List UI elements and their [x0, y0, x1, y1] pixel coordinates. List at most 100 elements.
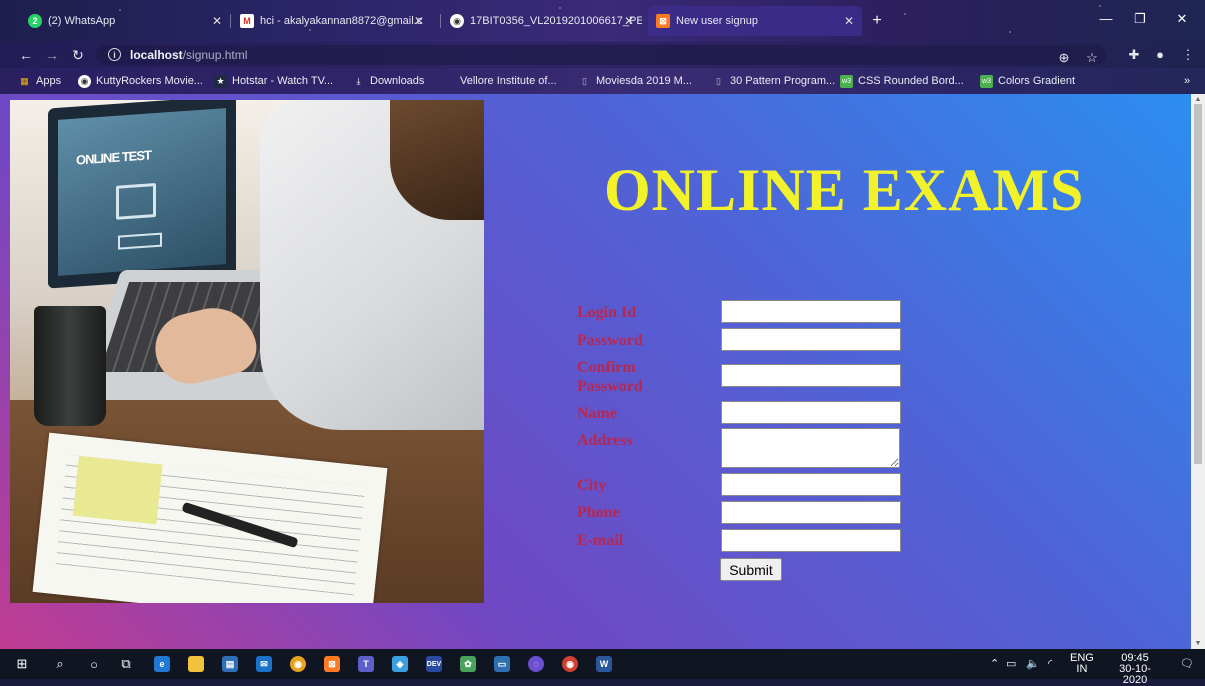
- teams-icon[interactable]: T: [356, 654, 376, 674]
- cube-app-icon[interactable]: ◆: [390, 654, 410, 674]
- address-bar[interactable]: i localhost/signup.html ⊕ ☆: [96, 45, 1106, 65]
- bookmark-label: Downloads: [370, 75, 425, 87]
- chat-app-icon[interactable]: ◌: [526, 654, 546, 674]
- bookmarks-overflow-button[interactable]: »: [1184, 73, 1190, 89]
- bookmark-star-icon[interactable]: ☆: [1082, 48, 1102, 68]
- volume-icon[interactable]: 🔈: [1026, 657, 1040, 670]
- chrome-icon[interactable]: ◉: [288, 654, 308, 674]
- close-icon[interactable]: ✕: [624, 14, 634, 28]
- bookmark-vit[interactable]: Vellore Institute of...: [442, 73, 557, 89]
- tab-title: hci - akalyakannan8872@gmail.c: [260, 15, 423, 27]
- edge-icon[interactable]: e: [152, 654, 172, 674]
- zoom-icon[interactable]: ⊕: [1054, 48, 1074, 68]
- page-title: ONLINE EXAMS: [604, 157, 1085, 223]
- email-input[interactable]: [721, 529, 901, 552]
- photo-laptop-display: ONLINE TEST: [58, 108, 226, 276]
- bookmark-label: Colors Gradient: [998, 75, 1076, 87]
- submit-button[interactable]: Submit: [720, 558, 782, 581]
- url-host: localhost: [130, 48, 183, 62]
- chrome-profile-icon[interactable]: ◉: [560, 654, 580, 674]
- tab-new-user-signup[interactable]: ⊠ New user signup ✕: [648, 6, 862, 36]
- bookmark-label: 30 Pattern Program...: [730, 75, 836, 87]
- page-scrollbar[interactable]: ▲ ▼: [1191, 94, 1205, 649]
- site-info-icon[interactable]: i: [108, 48, 121, 61]
- search-icon[interactable]: ⌕: [50, 654, 70, 674]
- photo-button-graphic: [118, 232, 162, 250]
- tab-whatsapp[interactable]: 2 (2) WhatsApp ✕: [20, 6, 230, 36]
- bookmark-css-rounded[interactable]: w3 CSS Rounded Bord...: [840, 73, 964, 89]
- region-code: IN: [1076, 663, 1088, 675]
- tab-gmail[interactable]: M hci - akalyakannan8872@gmail.c ✕: [232, 6, 432, 36]
- close-window-icon[interactable]: ✕: [1166, 8, 1198, 30]
- clock[interactable]: 09:45 30-10-2020: [1108, 653, 1162, 686]
- bookmark-downloads[interactable]: ⤓ Downloads: [352, 73, 425, 89]
- close-icon[interactable]: ✕: [212, 14, 222, 28]
- url-text: localhost/signup.html: [130, 48, 247, 62]
- clock-date: 30-10-2020: [1119, 663, 1151, 686]
- profile-avatar-icon[interactable]: ●: [1150, 45, 1170, 65]
- password-input[interactable]: [721, 328, 901, 351]
- word-icon[interactable]: W: [594, 654, 614, 674]
- login-id-input[interactable]: [721, 300, 901, 323]
- city-input[interactable]: [721, 473, 901, 496]
- gmail-icon: M: [240, 14, 254, 28]
- bookmark-label: Apps: [36, 75, 62, 87]
- windows-start-icon[interactable]: ⊞: [12, 654, 32, 674]
- bookmark-hotstar[interactable]: ★ Hotstar - Watch TV...: [214, 73, 333, 89]
- page-viewport: ONLINE TEST ONLINE EXAMS Login Id Passwo…: [0, 94, 1205, 649]
- monitor-app-icon[interactable]: ▭: [492, 654, 512, 674]
- page-icon: ▯: [716, 75, 721, 86]
- phone-input[interactable]: [721, 501, 901, 524]
- wifi-icon[interactable]: ◜: [1048, 657, 1052, 670]
- photo-laptop-screen: ONLINE TEST: [48, 100, 236, 289]
- bookmark-colors-gradient[interactable]: w3 Colors Gradient: [980, 73, 1075, 89]
- devcpp-icon[interactable]: DEV: [424, 654, 444, 674]
- globe-icon: ◉: [450, 14, 464, 28]
- menu-kebab-icon[interactable]: ⋮: [1178, 45, 1198, 65]
- store-icon[interactable]: ▤: [220, 654, 240, 674]
- tab-title: New user signup: [676, 15, 758, 27]
- scroll-down-icon[interactable]: ▼: [1194, 640, 1202, 647]
- tab-report[interactable]: ◉ 17BIT0356_VL2019201006617_PE ✕: [442, 6, 642, 36]
- close-icon[interactable]: ✕: [844, 14, 854, 28]
- label-confirm-password: Confirm Password: [577, 359, 643, 395]
- xampp-icon: ⊠: [656, 14, 670, 28]
- cortana-icon[interactable]: ○: [84, 654, 104, 674]
- battery-icon[interactable]: ▭: [1006, 657, 1016, 670]
- notifications-icon[interactable]: 🗨: [1180, 657, 1194, 670]
- back-arrow-icon[interactable]: ←: [16, 45, 36, 65]
- forward-arrow-icon[interactable]: →: [42, 45, 62, 65]
- label-email: E-mail: [577, 532, 624, 549]
- address-textarea[interactable]: [721, 428, 900, 468]
- restore-icon[interactable]: ❐: [1124, 8, 1156, 30]
- mail-icon[interactable]: ✉: [254, 654, 274, 674]
- bookmark-apps[interactable]: ▦ Apps: [18, 73, 61, 89]
- close-icon[interactable]: ✕: [414, 14, 424, 28]
- task-view-icon[interactable]: ⧉: [116, 654, 136, 674]
- bookmark-moviesda[interactable]: ▯ Moviesda 2019 M...: [578, 73, 692, 89]
- tray-chevron-up-icon[interactable]: ⌃: [990, 657, 999, 670]
- xampp-icon[interactable]: ⊠: [322, 654, 342, 674]
- name-input[interactable]: [721, 401, 901, 424]
- vit-icon: [442, 75, 455, 88]
- tab-title: (2) WhatsApp: [48, 15, 116, 27]
- globe-icon: ◉: [78, 74, 91, 88]
- bookmark-label: Moviesda 2019 M...: [596, 75, 692, 87]
- bookmark-pattern-program[interactable]: ▯ 30 Pattern Program...: [712, 73, 835, 89]
- file-explorer-icon[interactable]: [186, 654, 206, 674]
- scroll-up-icon[interactable]: ▲: [1194, 96, 1202, 103]
- bookmark-kuttyrockers[interactable]: ◉ KuttyRockers Movie...: [78, 73, 203, 89]
- paint-icon[interactable]: ✿: [458, 654, 478, 674]
- confirm-password-input[interactable]: [721, 364, 901, 387]
- minimize-icon[interactable]: —: [1090, 8, 1122, 30]
- photo-screen-text: ONLINE TEST: [76, 147, 151, 168]
- windows-taskbar: ⊞ ⌕ ○ ⧉ e ▤ ✉ ◉ ⊠ T ◆ DEV ✿ ▭ ◌ ◉ W ⌃ ▭ …: [0, 649, 1205, 686]
- page-icon: ▯: [582, 75, 587, 86]
- input-language[interactable]: ENG IN: [1070, 653, 1094, 675]
- w3-icon: w3: [840, 74, 853, 88]
- scrollbar-thumb[interactable]: [1194, 104, 1202, 464]
- new-tab-button[interactable]: +: [868, 12, 886, 30]
- tab-separator: [230, 14, 231, 28]
- reload-icon[interactable]: ↻: [68, 45, 88, 65]
- extensions-icon[interactable]: ✚: [1124, 45, 1144, 65]
